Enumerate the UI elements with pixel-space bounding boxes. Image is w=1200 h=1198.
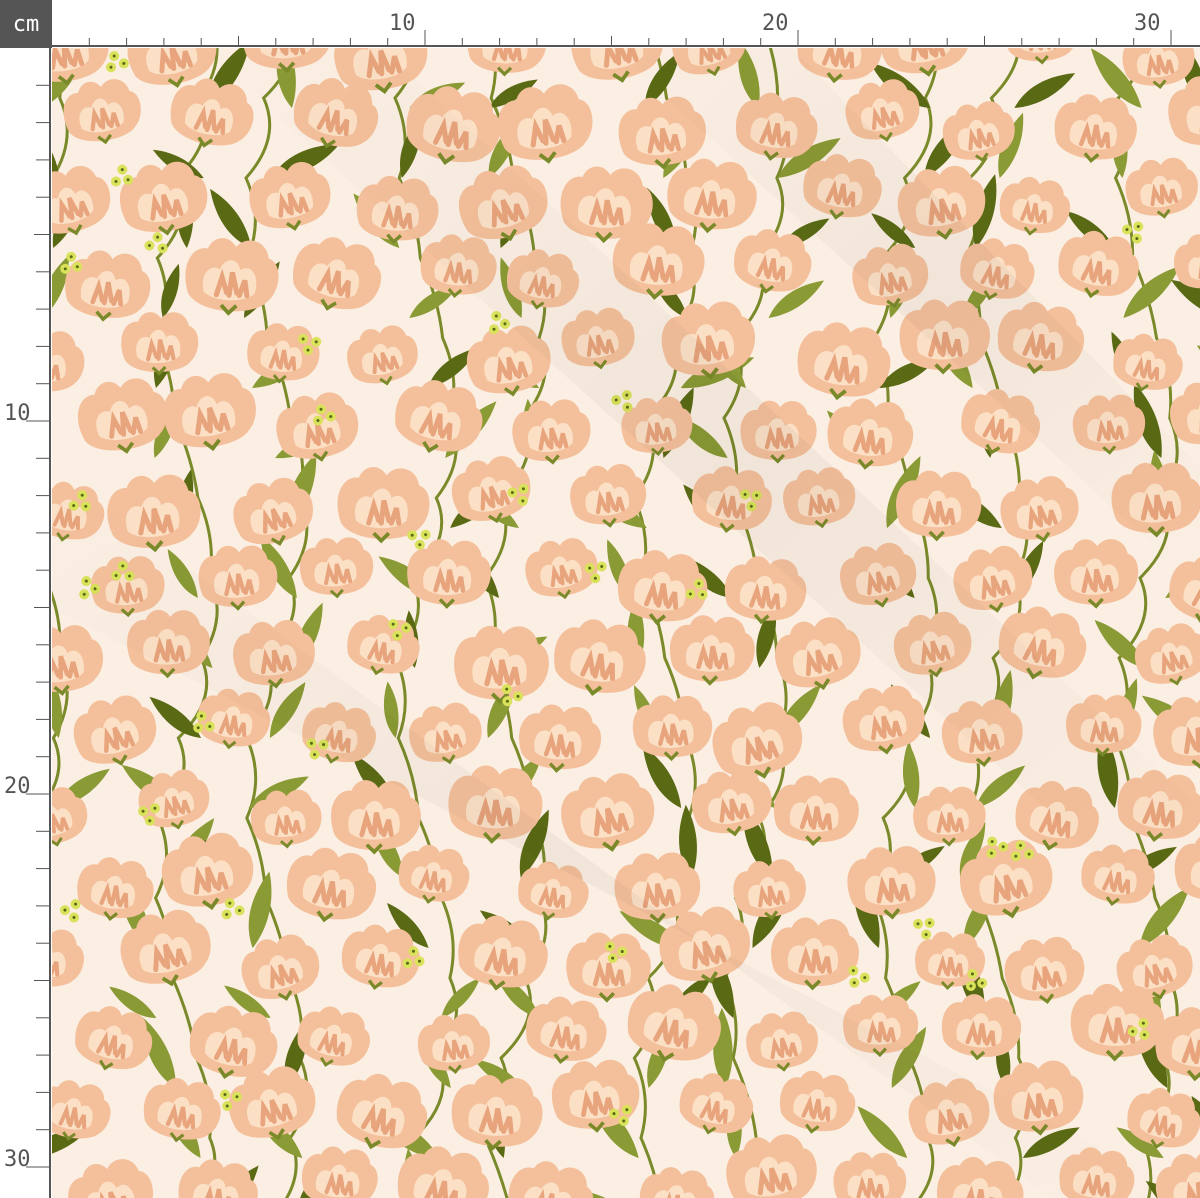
left-ruler-label-20: 20 (4, 774, 31, 799)
left-ruler: 10 20 30 (0, 48, 52, 1198)
top-ruler-label-30: 30 (1134, 11, 1161, 36)
top-ruler-label-20: 20 (762, 11, 789, 36)
left-ruler-ticks (26, 84, 50, 1168)
unit-label: cm (0, 0, 52, 48)
top-ruler: 10 20 30 (52, 0, 1200, 48)
floral-fabric-swatch (52, 48, 1200, 1198)
left-ruler-label-10: 10 (4, 401, 31, 426)
left-ruler-label-30: 30 (4, 1147, 31, 1172)
top-ruler-ticks (88, 30, 1172, 46)
top-ruler-label-10: 10 (389, 11, 416, 36)
